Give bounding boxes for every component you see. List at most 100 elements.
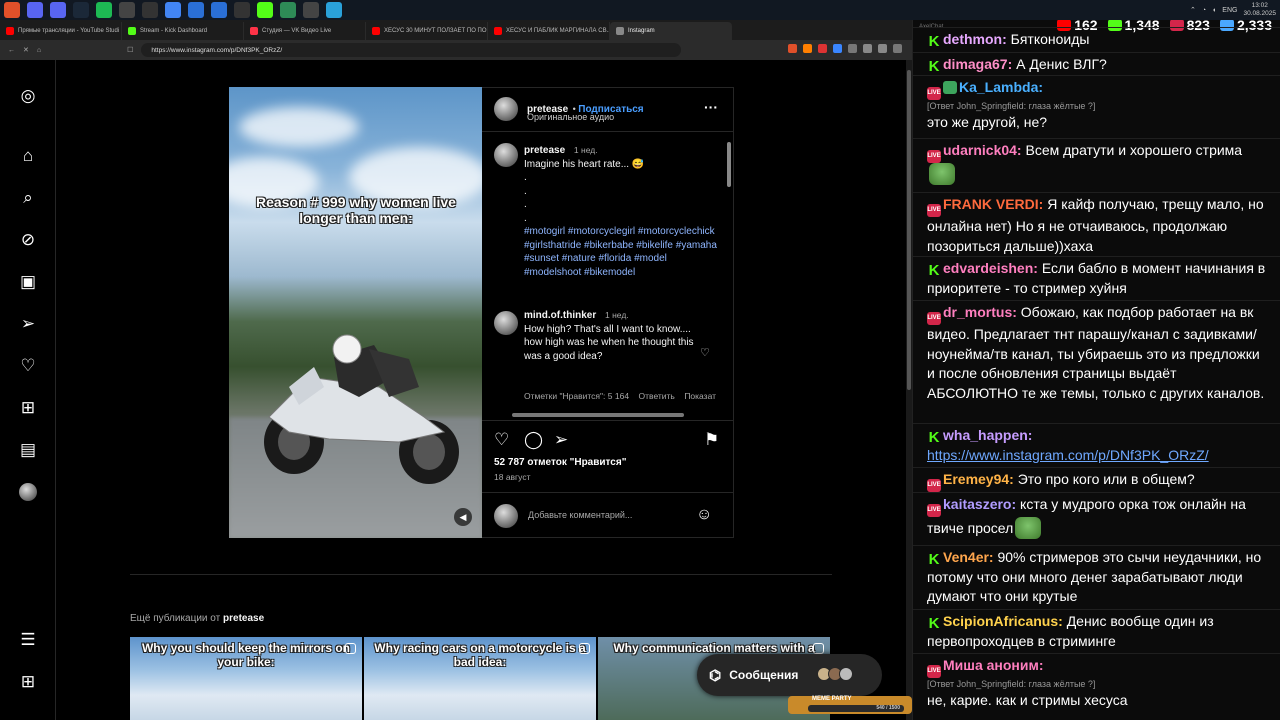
- like-icon[interactable]: ♡: [494, 431, 509, 449]
- discord-icon[interactable]: [27, 2, 43, 18]
- instagram-logo-icon[interactable]: ◎: [18, 86, 38, 106]
- browser-tab[interactable]: ХЕСУС 30 МИНУТ ПОЛЗАЕТ ПО ПО...: [366, 22, 488, 40]
- chrome-icon[interactable]: [165, 2, 181, 18]
- kick-icon[interactable]: [257, 2, 273, 18]
- chat-nickname[interactable]: kaitaszero:: [943, 496, 1016, 512]
- brave-icon[interactable]: [4, 2, 20, 18]
- chat-nickname[interactable]: Миша аноним:: [943, 657, 1044, 673]
- comment-icon[interactable]: ◯: [524, 431, 543, 449]
- comment-avatar[interactable]: [494, 311, 518, 335]
- app3-icon[interactable]: [188, 2, 204, 18]
- chat-nickname[interactable]: Ven4er:: [943, 549, 994, 565]
- extension-icon[interactable]: [878, 44, 887, 53]
- chat-link[interactable]: https://www.instagram.com/p/DNf3PK_ORzZ/: [927, 447, 1209, 463]
- app-icon[interactable]: [119, 2, 135, 18]
- search-icon[interactable]: ⌕: [18, 188, 38, 208]
- reels-icon[interactable]: ▣: [18, 272, 38, 292]
- app4-icon[interactable]: [211, 2, 227, 18]
- messages-label: Сообщения: [729, 668, 799, 682]
- stop-icon[interactable]: ✕: [23, 46, 29, 54]
- share-icon[interactable]: ➢: [554, 431, 568, 449]
- meme-party-widget: MEME PARTY 540 / 1500: [788, 696, 912, 714]
- address-bar[interactable]: https://www.instagram.com/p/DNf3PK_ORzZ/: [141, 43, 682, 57]
- comments-hscrollbar[interactable]: [512, 413, 684, 417]
- chat-nickname[interactable]: dimaga67:: [943, 56, 1012, 72]
- obs-icon[interactable]: [234, 2, 250, 18]
- comment-show-replies[interactable]: Показат: [684, 391, 716, 401]
- home-icon[interactable]: ⌂: [37, 47, 41, 54]
- chat-nickname[interactable]: ScipionAfricanus:: [943, 613, 1063, 629]
- extension-icon[interactable]: [818, 44, 827, 53]
- browser-tab[interactable]: Прямые трансляции - YouTube Studi: [0, 22, 122, 40]
- page-scrollbar-thumb[interactable]: [907, 70, 911, 390]
- caption-author[interactable]: pretease: [524, 145, 565, 156]
- thumbnail-text: Why communication matters with a: [613, 641, 815, 655]
- post-thumbnail[interactable]: Why you should keep the mirrors on your …: [130, 637, 362, 720]
- chat-nickname[interactable]: FRANK VERDI:: [943, 196, 1043, 212]
- also-from-meta-icon[interactable]: ⊞: [18, 672, 38, 692]
- comment-likes[interactable]: Отметки "Нравится": 5 164: [524, 391, 629, 401]
- create-icon[interactable]: ⊞: [18, 398, 38, 418]
- messages-icon[interactable]: ➢: [18, 314, 38, 334]
- browser-tab[interactable]: Студия — VK Видео Live: [244, 22, 366, 40]
- browser-tab[interactable]: ХЕСУС И ПАБЛИК МАРГИНАЛА СВ...: [488, 22, 610, 40]
- audio-label[interactable]: Оригинальное аудио: [527, 112, 614, 122]
- vk-live-badge-icon: LIVE: [927, 312, 941, 325]
- chat-nickname[interactable]: udarnick04:: [943, 142, 1022, 158]
- home-icon[interactable]: ⌂: [18, 146, 38, 166]
- discord2-icon[interactable]: [50, 2, 66, 18]
- chat-nickname[interactable]: edvardeishen:: [943, 260, 1038, 276]
- likes-count[interactable]: 52 787 отметок "Нравится": [494, 457, 626, 468]
- profile-avatar[interactable]: [18, 482, 38, 502]
- post-thumbnail[interactable]: Why racing cars on a motorcycle is a bad…: [364, 637, 596, 720]
- hashtags[interactable]: #motogirl #motorcyclegirl #motorcyclechi…: [524, 226, 717, 278]
- chat-nickname[interactable]: Ka_Lambda:: [959, 79, 1043, 95]
- brave-shield-icon[interactable]: [788, 44, 797, 53]
- comment-reply[interactable]: Ответить: [639, 391, 675, 401]
- chat-message: K ScipionAfricanus: Денис вообще один из …: [927, 612, 1267, 651]
- chat-nickname[interactable]: wha_happen:: [943, 427, 1032, 443]
- extension-icon[interactable]: [863, 44, 872, 53]
- extension-icon[interactable]: [803, 44, 812, 53]
- telegram-icon[interactable]: [326, 2, 342, 18]
- browser-tab[interactable]: Stream - Kick Dashboard: [122, 22, 244, 40]
- steam-icon[interactable]: [73, 2, 89, 18]
- app6-icon[interactable]: [303, 2, 319, 18]
- section-divider: [130, 574, 832, 575]
- extension-icon[interactable]: [848, 44, 857, 53]
- chevron-up-icon[interactable]: ⌃: [1190, 6, 1196, 14]
- extension-icon[interactable]: [833, 44, 842, 53]
- caption-avatar[interactable]: [494, 143, 518, 167]
- comments-scrollbar[interactable]: [727, 142, 731, 187]
- chat-nickname[interactable]: dr_mortus:: [943, 304, 1017, 320]
- author-avatar[interactable]: [494, 97, 518, 121]
- notifications-icon[interactable]: ♡: [18, 356, 38, 376]
- chat-nickname[interactable]: dethmon:: [943, 31, 1007, 47]
- app2-icon[interactable]: [142, 2, 158, 18]
- menu-icon[interactable]: [893, 44, 902, 53]
- wifi-icon[interactable]: ◔: [1202, 7, 1206, 14]
- language-indicator[interactable]: ENG: [1222, 7, 1237, 14]
- more-options-icon[interactable]: ···: [704, 99, 718, 115]
- save-icon[interactable]: ⚑: [704, 431, 719, 449]
- emoji-icon[interactable]: ☺: [696, 506, 712, 524]
- back-icon[interactable]: ←: [8, 47, 15, 54]
- more-posts-author[interactable]: pretease: [223, 613, 264, 624]
- clock[interactable]: 13:02 30.08.2025: [1243, 2, 1276, 18]
- chat-message: Kedvardeishen: Если бабло в момент начин…: [927, 259, 1267, 298]
- bookmark-icon[interactable]: ☐: [127, 46, 133, 54]
- volume-icon[interactable]: ◖: [1212, 7, 1216, 14]
- reel-video[interactable]: Reason # 999 why women live longer than …: [229, 87, 482, 538]
- messages-button[interactable]: ⌬ Сообщения: [697, 654, 882, 696]
- comment-input[interactable]: Добавьте комментарий...: [528, 510, 632, 520]
- explore-icon[interactable]: ⊘: [18, 230, 38, 250]
- dashboard-icon[interactable]: ▤: [18, 440, 38, 460]
- comment-author[interactable]: mind.of.thinker: [524, 310, 596, 321]
- app5-icon[interactable]: [280, 2, 296, 18]
- comment-like-icon[interactable]: ♡: [700, 346, 710, 359]
- browser-tab[interactable]: Instagram: [610, 22, 732, 40]
- mute-icon[interactable]: ◀︎: [454, 508, 472, 526]
- more-menu-icon[interactable]: ☰: [18, 630, 38, 650]
- spotify-icon[interactable]: [96, 2, 112, 18]
- chat-nickname[interactable]: Eremey94:: [943, 471, 1014, 487]
